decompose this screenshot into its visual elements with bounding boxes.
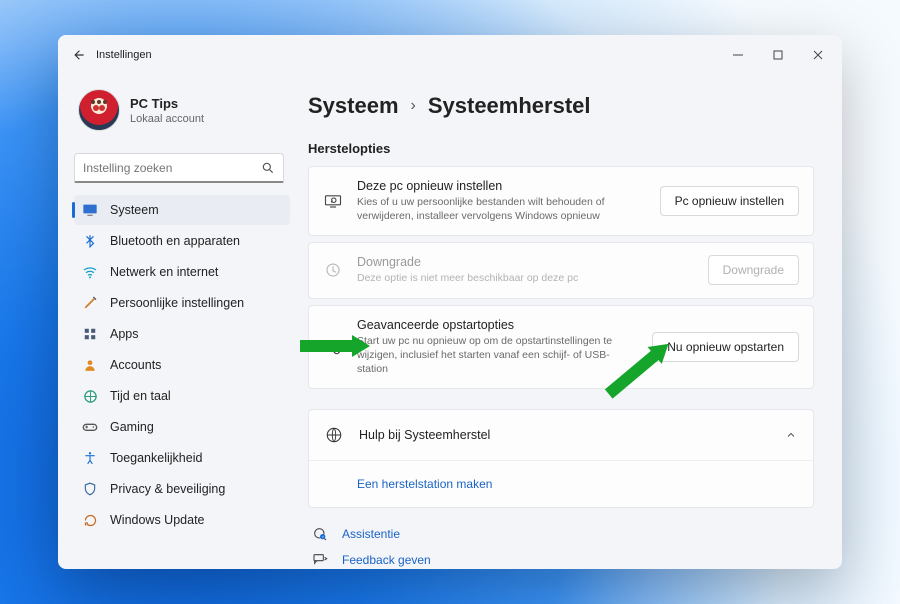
chevron-right-icon: › xyxy=(411,97,416,115)
nav-label: Gaming xyxy=(110,420,154,434)
nav-item-personalization[interactable]: Persoonlijke instellingen xyxy=(74,288,290,318)
reset-pc-button[interactable]: Pc opnieuw instellen xyxy=(660,186,799,216)
globe-help-icon xyxy=(325,426,345,444)
nav-item-time-language[interactable]: Tijd en taal xyxy=(74,381,290,411)
person-icon xyxy=(82,357,98,373)
update-cycle-icon xyxy=(82,512,98,528)
help-badge-icon: ? xyxy=(312,526,328,542)
bluetooth-icon xyxy=(82,233,98,249)
card-description: Kies of u uw persoonlijke bestanden wilt… xyxy=(357,195,646,223)
accessibility-icon xyxy=(82,450,98,466)
nav-list: Systeem Bluetooth en apparaten Netwerk e… xyxy=(74,195,290,535)
settings-window: Instellingen PC Tips Lokaal account xyxy=(58,35,842,569)
card-title: Geavanceerde opstartopties xyxy=(357,318,638,332)
avatar xyxy=(78,89,120,131)
nav-label: Toegankelijkheid xyxy=(110,451,202,465)
main-content: Systeem › Systeemherstel Herstelopties D… xyxy=(298,75,842,569)
shield-icon xyxy=(82,481,98,497)
nav-item-accessibility[interactable]: Toegankelijkheid xyxy=(74,443,290,473)
section-title-recovery: Herstelopties xyxy=(308,141,814,156)
maximize-icon xyxy=(773,50,783,60)
profile-subtitle: Lokaal account xyxy=(130,113,204,125)
apps-icon xyxy=(82,326,98,342)
search-box[interactable] xyxy=(74,153,284,183)
nav-item-network[interactable]: Netwerk en internet xyxy=(74,257,290,287)
search-icon xyxy=(261,161,275,175)
nav-label: Windows Update xyxy=(110,513,205,527)
footer-links: ? Assistentie Feedback geven xyxy=(308,526,814,568)
window-title: Instellingen xyxy=(96,49,152,61)
breadcrumb-root[interactable]: Systeem xyxy=(308,93,399,119)
nav-item-system[interactable]: Systeem xyxy=(74,195,290,225)
reset-pc-icon xyxy=(323,192,343,210)
nav-item-accounts[interactable]: Accounts xyxy=(74,350,290,380)
titlebar: Instellingen xyxy=(58,35,842,75)
page-title: Systeemherstel xyxy=(428,93,591,119)
link-give-feedback[interactable]: Feedback geven xyxy=(312,552,814,568)
downgrade-icon xyxy=(323,261,343,279)
card-reset-pc: Deze pc opnieuw instellen Kies of u uw p… xyxy=(308,166,814,236)
card-downgrade: Downgrade Deze optie is niet meer beschi… xyxy=(308,242,814,298)
nav-item-apps[interactable]: Apps xyxy=(74,319,290,349)
nav-label: Netwerk en internet xyxy=(110,265,218,279)
close-button[interactable] xyxy=(798,35,838,75)
link-get-help[interactable]: ? Assistentie xyxy=(312,526,814,542)
link-label: Feedback geven xyxy=(342,553,431,567)
nav-label: Tijd en taal xyxy=(110,389,171,403)
card-description: Deze optie is niet meer beschikbaar op d… xyxy=(357,271,694,285)
search-input[interactable] xyxy=(83,161,261,175)
help-link-recovery-drive[interactable]: Een herstelstation maken xyxy=(357,477,492,491)
help-expander-header[interactable]: Hulp bij Systeemherstel xyxy=(309,410,813,460)
nav-label: Accounts xyxy=(110,358,161,372)
brush-icon xyxy=(82,295,98,311)
nav-label: Persoonlijke instellingen xyxy=(110,296,244,310)
help-title: Hulp bij Systeemherstel xyxy=(359,428,771,442)
wifi-icon xyxy=(82,264,98,280)
minimize-button[interactable] xyxy=(718,35,758,75)
nav-item-gaming[interactable]: Gaming xyxy=(74,412,290,442)
minimize-icon xyxy=(733,50,743,60)
sidebar: PC Tips Lokaal account Systeem Bluetooth… xyxy=(58,75,298,569)
card-title: Deze pc opnieuw instellen xyxy=(357,179,646,193)
card-help: Hulp bij Systeemherstel Een herstelstati… xyxy=(308,409,814,508)
display-icon xyxy=(82,202,98,218)
feedback-icon xyxy=(312,552,328,568)
link-label: Assistentie xyxy=(342,527,400,541)
card-advanced-startup: Geavanceerde opstartopties Start uw pc n… xyxy=(308,305,814,390)
arrow-left-icon xyxy=(72,48,86,62)
power-gear-icon xyxy=(323,338,343,356)
card-title: Downgrade xyxy=(357,255,694,269)
maximize-button[interactable] xyxy=(758,35,798,75)
gamepad-icon xyxy=(82,419,98,435)
downgrade-button: Downgrade xyxy=(708,255,799,285)
back-button[interactable] xyxy=(62,48,96,62)
nav-label: Apps xyxy=(110,327,139,341)
close-icon xyxy=(813,50,823,60)
nav-item-privacy[interactable]: Privacy & beveiliging xyxy=(74,474,290,504)
chevron-up-icon xyxy=(785,429,797,441)
nav-item-windows-update[interactable]: Windows Update xyxy=(74,505,290,535)
nav-label: Privacy & beveiliging xyxy=(110,482,225,496)
clock-globe-icon xyxy=(82,388,98,404)
help-body: Een herstelstation maken xyxy=(309,460,813,507)
profile-name: PC Tips xyxy=(130,96,204,111)
nav-label: Systeem xyxy=(110,203,159,217)
profile-block[interactable]: PC Tips Lokaal account xyxy=(74,81,290,149)
restart-now-button[interactable]: Nu opnieuw opstarten xyxy=(652,332,799,362)
nav-item-bluetooth[interactable]: Bluetooth en apparaten xyxy=(74,226,290,256)
card-description: Start uw pc nu opnieuw op om de opstarti… xyxy=(357,334,638,377)
nav-label: Bluetooth en apparaten xyxy=(110,234,240,248)
breadcrumb: Systeem › Systeemherstel xyxy=(308,93,814,119)
